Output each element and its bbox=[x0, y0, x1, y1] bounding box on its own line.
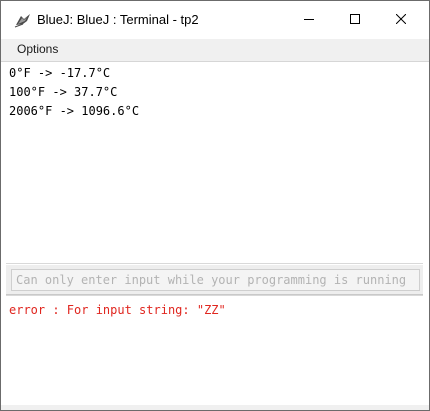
close-button[interactable] bbox=[378, 1, 424, 39]
error-line: error : For input string: "ZZ" bbox=[9, 303, 226, 317]
close-icon bbox=[395, 11, 407, 29]
output-line: 2006°F -> 1096.6°C bbox=[9, 104, 140, 118]
output-line: 0°F -> -17.7°C bbox=[9, 66, 111, 80]
window-bottom-border bbox=[1, 405, 429, 410]
menu-options[interactable]: Options bbox=[17, 42, 58, 56]
maximize-button[interactable] bbox=[332, 1, 378, 39]
maximize-icon bbox=[350, 11, 360, 29]
output-line: 100°F -> 37.7°C bbox=[9, 85, 118, 99]
terminal-input-field[interactable] bbox=[11, 269, 420, 291]
terminal-window: BlueJ: BlueJ : Terminal - tp2 Options 0°… bbox=[0, 0, 430, 411]
menu-bar: Options bbox=[1, 39, 429, 62]
terminal-input-area bbox=[6, 265, 423, 295]
minimize-icon bbox=[304, 11, 314, 29]
minimize-button[interactable] bbox=[286, 1, 332, 39]
error-output[interactable]: error : For input string: "ZZ" bbox=[6, 295, 423, 405]
title-bar[interactable]: BlueJ: BlueJ : Terminal - tp2 bbox=[1, 1, 429, 39]
window-title: BlueJ: BlueJ : Terminal - tp2 bbox=[37, 12, 199, 27]
bluej-bird-icon bbox=[14, 12, 32, 28]
terminal-output[interactable]: 0°F -> -17.7°C 100°F -> 37.7°C 2006°F ->… bbox=[6, 62, 423, 264]
